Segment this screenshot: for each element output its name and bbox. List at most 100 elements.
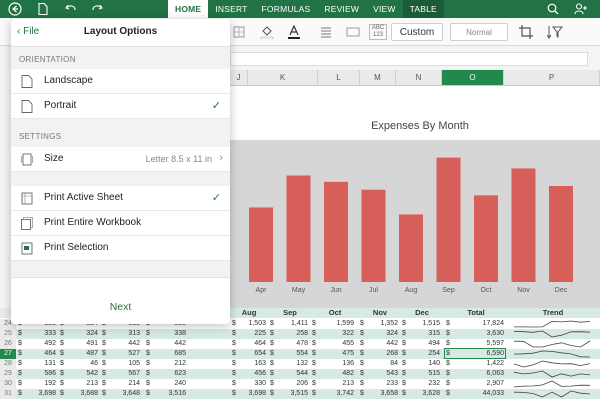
- table-cell[interactable]: 213: [318, 379, 354, 389]
- bar-sep: [436, 157, 461, 282]
- table-cell[interactable]: 3,688: [66, 389, 98, 399]
- table-cell[interactable]: 333: [24, 329, 56, 339]
- table-cell[interactable]: 2,907: [452, 379, 504, 389]
- table-cell[interactable]: 478: [276, 339, 308, 349]
- table-row[interactable]: 28 $131 $46 $105 $212 $163 $132 $136 $84 $140 $1,4…: [0, 359, 600, 369]
- table-cell[interactable]: 544: [276, 369, 308, 379]
- table-cell[interactable]: 554: [276, 349, 308, 359]
- option-portrait[interactable]: Portrait ✓: [11, 94, 230, 119]
- table-cell[interactable]: 3,630: [452, 329, 504, 339]
- table-cell[interactable]: 654: [238, 349, 266, 359]
- selected-cell-outline[interactable]: [444, 348, 506, 359]
- table-cell[interactable]: 1,599: [318, 319, 354, 329]
- table-cell[interactable]: 3,742: [318, 389, 354, 399]
- row-number[interactable]: 30: [0, 379, 16, 389]
- table-cell[interactable]: 543: [366, 369, 398, 379]
- table-cell[interactable]: 455: [318, 339, 354, 349]
- table-cell[interactable]: 623: [152, 369, 186, 379]
- table-row[interactable]: 27 $464 $487 $527 $685 $654 $554 $475 $268 $254 $6…: [0, 349, 600, 359]
- row-number[interactable]: 28: [0, 359, 16, 369]
- table-cell[interactable]: 3,698: [238, 389, 266, 399]
- table-cell[interactable]: 442: [366, 339, 398, 349]
- table-cell[interactable]: 132: [276, 359, 308, 369]
- option-print-selection[interactable]: Print Selection: [11, 236, 230, 261]
- table-cell[interactable]: 233: [366, 379, 398, 389]
- table-row[interactable]: 31 $3,698 $3,688 $3,648 $3,516 $3,698 $3,515 $3…: [0, 389, 600, 399]
- table-cell[interactable]: 232: [408, 379, 440, 389]
- table-cell[interactable]: 136: [318, 359, 354, 369]
- table-cell[interactable]: 324: [366, 329, 398, 339]
- currency-symbol: $: [232, 320, 236, 327]
- table-cell[interactable]: 315: [408, 329, 440, 339]
- table-cell[interactable]: 456: [238, 369, 266, 379]
- table-cell[interactable]: 258: [276, 329, 308, 339]
- table-cell[interactable]: 491: [66, 339, 98, 349]
- table-cell[interactable]: 1,503: [238, 319, 266, 329]
- table-cell[interactable]: 3,628: [408, 389, 440, 399]
- table-cell[interactable]: 685: [152, 349, 186, 359]
- row-number[interactable]: 26: [0, 339, 16, 349]
- table-cell[interactable]: 1,422: [452, 359, 504, 369]
- table-cell[interactable]: 475: [318, 349, 354, 359]
- table-cell[interactable]: 322: [318, 329, 354, 339]
- table-cell[interactable]: 84: [366, 359, 398, 369]
- table-cell[interactable]: 206: [276, 379, 308, 389]
- table-cell[interactable]: 487: [66, 349, 98, 359]
- table-cell[interactable]: 214: [108, 379, 140, 389]
- table-cell[interactable]: 464: [238, 339, 266, 349]
- table-cell[interactable]: 131: [24, 359, 56, 369]
- row-number[interactable]: 27: [0, 349, 16, 359]
- next-button[interactable]: Next: [11, 277, 230, 323]
- table-cell[interactable]: 515: [408, 369, 440, 379]
- table-cell[interactable]: 1,411: [276, 319, 308, 329]
- table-cell[interactable]: 3,515: [276, 389, 308, 399]
- sparkline-line: [513, 390, 591, 398]
- currency-symbol: $: [232, 330, 236, 337]
- table-row[interactable]: 25 $333 $324 $313 $338 $225 $258 $322 $324 $315 $3…: [0, 329, 600, 339]
- table-row[interactable]: 30 $192 $213 $214 $240 $330 $206 $213 $233 $232 $2…: [0, 379, 600, 389]
- table-cell[interactable]: 567: [108, 369, 140, 379]
- row-number[interactable]: 31: [0, 389, 16, 399]
- option-print-entire-workbook[interactable]: Print Entire Workbook: [11, 211, 230, 236]
- table-cell[interactable]: 46: [66, 359, 98, 369]
- table-cell[interactable]: 3,698: [24, 389, 56, 399]
- row-number[interactable]: 29: [0, 369, 16, 379]
- table-cell[interactable]: 240: [152, 379, 186, 389]
- table-cell[interactable]: 442: [152, 339, 186, 349]
- table-cell[interactable]: 492: [24, 339, 56, 349]
- table-cell[interactable]: 3,648: [108, 389, 140, 399]
- table-cell[interactable]: 338: [152, 329, 186, 339]
- option-print-active-sheet[interactable]: Print Active Sheet ✓: [11, 186, 230, 211]
- table-cell[interactable]: 3,516: [152, 389, 186, 399]
- table-cell[interactable]: 527: [108, 349, 140, 359]
- table-cell[interactable]: 464: [24, 349, 56, 359]
- table-cell[interactable]: 494: [408, 339, 440, 349]
- table-cell[interactable]: 3,658: [366, 389, 398, 399]
- table-cell[interactable]: 268: [366, 349, 398, 359]
- table-row[interactable]: 29 $586 $542 $567 $623 $456 $544 $482 $543 $515 $6…: [0, 369, 600, 379]
- table-cell[interactable]: 586: [24, 369, 56, 379]
- table-cell[interactable]: 330: [238, 379, 266, 389]
- option-size[interactable]: Size Letter 8.5 x 11 in ›: [11, 147, 230, 172]
- table-cell[interactable]: 17,824: [452, 319, 504, 329]
- table-cell[interactable]: 212: [152, 359, 186, 369]
- table-cell[interactable]: 442: [108, 339, 140, 349]
- table-cell[interactable]: 163: [238, 359, 266, 369]
- table-cell[interactable]: 192: [24, 379, 56, 389]
- table-cell[interactable]: 140: [408, 359, 440, 369]
- table-cell[interactable]: 1,352: [366, 319, 398, 329]
- option-landscape[interactable]: Landscape: [11, 69, 230, 94]
- table-cell[interactable]: 105: [108, 359, 140, 369]
- table-cell[interactable]: 254: [408, 349, 440, 359]
- table-cell[interactable]: 1,515: [408, 319, 440, 329]
- table-cell[interactable]: 482: [318, 369, 354, 379]
- table-cell[interactable]: 542: [66, 369, 98, 379]
- table-cell[interactable]: 213: [66, 379, 98, 389]
- table-row[interactable]: 26 $492 $491 $442 $442 $464 $478 $455 $442 $494 $5…: [0, 339, 600, 349]
- table-cell[interactable]: 324: [66, 329, 98, 339]
- table-cell[interactable]: 225: [238, 329, 266, 339]
- table-cell[interactable]: 313: [108, 329, 140, 339]
- table-cell[interactable]: 6,063: [452, 369, 504, 379]
- table-cell[interactable]: 44,033: [452, 389, 504, 399]
- row-number[interactable]: 25: [0, 329, 16, 339]
